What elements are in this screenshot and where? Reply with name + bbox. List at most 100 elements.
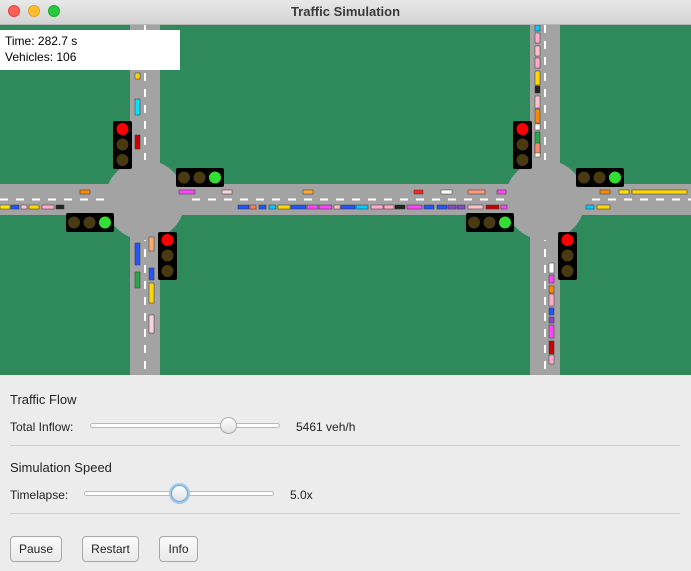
section-divider — [10, 513, 680, 514]
vehicle — [534, 108, 541, 124]
total-inflow-label: Total Inflow: — [10, 420, 74, 434]
vehicle — [436, 204, 448, 210]
roundabout-west — [105, 160, 185, 240]
vehicle — [318, 204, 333, 210]
vehicle — [148, 282, 155, 304]
vehicle — [548, 274, 555, 284]
vehicle — [333, 204, 341, 210]
vehicle — [500, 204, 508, 210]
vehicle — [134, 98, 141, 116]
vehicle — [596, 204, 611, 210]
timelapse-value: 5.0x — [290, 488, 313, 502]
vehicle — [548, 316, 555, 324]
vehicle — [20, 204, 28, 210]
vehicle — [277, 204, 291, 210]
traffic-light-lamp-off — [516, 138, 529, 151]
vehicle — [406, 204, 423, 210]
vehicle — [134, 271, 141, 289]
vehicle — [79, 189, 91, 195]
vehicle — [306, 204, 319, 210]
vehicle — [0, 204, 11, 210]
total-inflow-value: 5461 veh/h — [296, 420, 356, 434]
timelapse-slider-thumb[interactable] — [171, 485, 188, 502]
vehicle — [148, 314, 155, 334]
vehicle — [134, 134, 141, 150]
inflow-slider-track[interactable] — [90, 423, 280, 428]
section-divider — [10, 445, 680, 446]
vehicle — [631, 189, 688, 195]
vehicle — [456, 204, 466, 210]
traffic-light-lamp-green — [209, 171, 221, 184]
traffic-light-lamp-off — [116, 138, 129, 151]
vehicle — [548, 307, 555, 316]
vehicle — [548, 262, 555, 274]
vehicle — [340, 204, 356, 210]
traffic-light-lamp-red — [561, 234, 574, 246]
traffic-light-lamp-green — [609, 171, 621, 184]
vehicle — [599, 189, 611, 195]
vehicle — [237, 204, 250, 210]
vehicle — [440, 189, 453, 195]
vehicle — [28, 204, 40, 210]
traffic-light-lamp-red — [516, 123, 529, 135]
vehicle — [423, 204, 435, 210]
vehicle — [485, 204, 500, 210]
vehicle — [249, 204, 257, 210]
traffic-light-lamp-off — [161, 249, 174, 262]
inflow-slider-thumb[interactable] — [220, 417, 237, 434]
vehicle — [355, 204, 369, 210]
vehicle — [548, 293, 555, 307]
vehicle — [534, 32, 541, 44]
timelapse-label: Timelapse: — [10, 488, 69, 502]
vehicle — [302, 189, 314, 195]
vehicle — [585, 204, 595, 210]
total-inflow-slider[interactable] — [90, 416, 280, 436]
time-readout: Time: 282.7 s — [5, 34, 78, 48]
vehicle — [548, 324, 555, 339]
info-button[interactable]: Info — [159, 536, 198, 562]
traffic-light-lamp-off — [116, 154, 129, 166]
vehicle — [55, 204, 65, 210]
traffic-light-lamp-red — [116, 123, 129, 135]
vehicle — [534, 142, 541, 154]
traffic-light-lamp-red — [161, 234, 174, 246]
traffic-light-lamp-off — [578, 171, 590, 184]
vehicle — [534, 25, 541, 32]
vehicle — [268, 204, 277, 210]
road-network — [0, 25, 691, 375]
traffic-light-lamp-off — [561, 249, 574, 262]
timelapse-slider[interactable] — [84, 484, 274, 504]
window-title: Traffic Simulation — [290, 4, 401, 19]
restart-button[interactable]: Restart — [82, 536, 139, 562]
vehicle — [618, 189, 630, 195]
vehicle — [548, 340, 555, 355]
traffic-light-lamp-off — [468, 216, 480, 229]
status-box: Time: 282.7 s Vehicles: 106 — [0, 30, 180, 70]
vehicle — [10, 204, 20, 210]
traffic-light-lamp-off — [561, 265, 574, 277]
vehicle — [548, 354, 555, 365]
traffic-light-lamp-green — [499, 216, 511, 229]
vehicle-count: Vehicles: 106 — [5, 50, 77, 64]
vehicle — [534, 85, 541, 94]
vehicle — [548, 285, 555, 294]
vehicle — [467, 204, 484, 210]
vehicle — [534, 123, 541, 131]
traffic-light-lamp-off — [483, 216, 496, 229]
traffic-light-lamp-off — [178, 171, 190, 184]
traffic-light-lamp-off — [83, 216, 96, 229]
vehicle — [447, 204, 457, 210]
traffic-light-lamp-off — [593, 171, 606, 184]
vehicle — [394, 204, 406, 210]
traffic-light-lamp-off — [516, 154, 529, 166]
vehicle — [467, 189, 486, 195]
vehicle — [148, 236, 155, 252]
traffic-flow-heading: Traffic Flow — [10, 392, 77, 407]
vehicle — [41, 204, 55, 210]
vehicle — [134, 72, 141, 80]
vehicle — [178, 189, 196, 195]
vehicle — [534, 95, 541, 109]
pause-button[interactable]: Pause — [10, 536, 62, 562]
vehicle — [290, 204, 307, 210]
traffic-light-lamp-green — [99, 216, 111, 229]
